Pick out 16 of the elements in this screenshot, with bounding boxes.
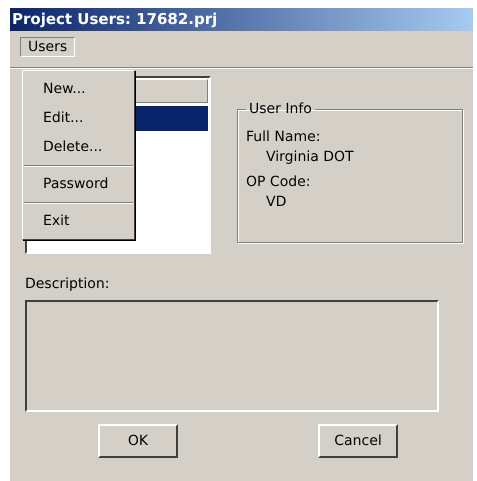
menu-bar-item[interactable]: Users — [20, 37, 76, 57]
menu-item[interactable]: New... — [23, 75, 134, 104]
field-value: Virginia DOT — [265, 148, 355, 167]
field-label: OP Code: — [246, 173, 312, 192]
description-field[interactable] — [25, 300, 439, 412]
field-label: Full Name: — [246, 128, 322, 147]
description-label: Description: — [25, 276, 110, 292]
menu-item[interactable]: Exit — [23, 207, 134, 236]
menu-item[interactable]: Edit... — [23, 104, 134, 133]
field-value: VD — [265, 193, 288, 212]
cancel-button[interactable]: Cancel — [318, 424, 398, 458]
menu-item[interactable]: Password — [23, 170, 134, 199]
group-title: User Info — [248, 101, 313, 117]
ok-button[interactable]: OK — [98, 424, 178, 458]
window-title: Project Users: 17682.prj — [10, 8, 473, 31]
menu-item[interactable]: Delete... — [23, 133, 134, 162]
